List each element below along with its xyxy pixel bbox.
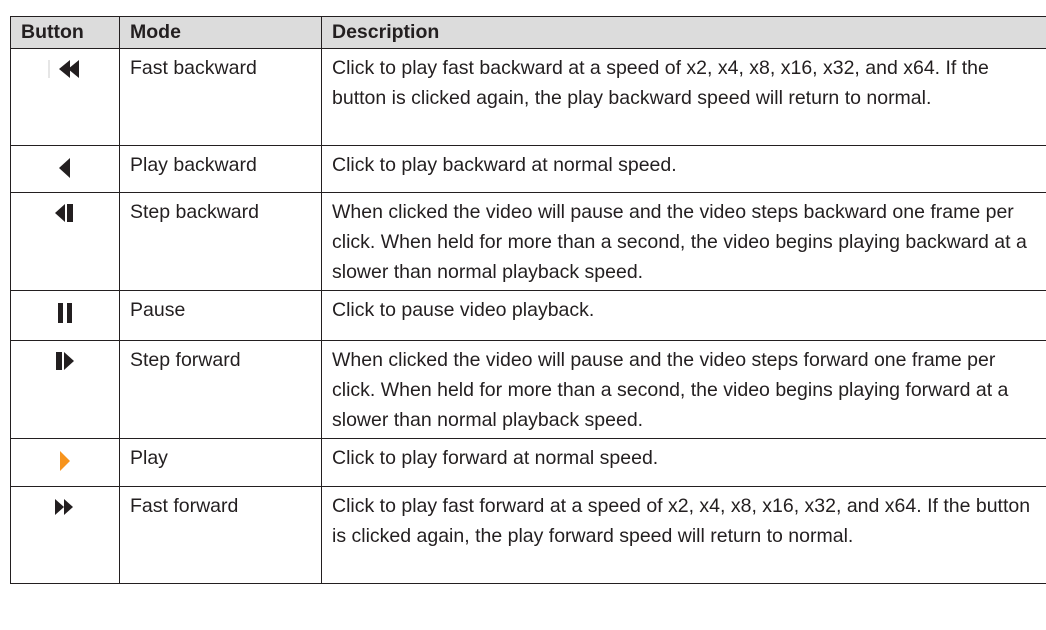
column-header-button: Button [10, 16, 120, 49]
mode-cell: Step forward [119, 340, 322, 439]
mode-cell: Pause [119, 290, 322, 341]
button-cell [10, 340, 120, 439]
description-cell: Click to play fast forward at a speed of… [321, 486, 1046, 584]
play-icon[interactable] [58, 450, 72, 472]
button-cell [10, 290, 120, 341]
description-cell: When clicked the video will pause and th… [321, 340, 1046, 439]
button-cell [10, 145, 120, 193]
button-cell [10, 486, 120, 584]
table-row: Fast forward Click to play fast forward … [10, 486, 1046, 584]
fast-backward-icon[interactable] [48, 59, 82, 79]
table-row: Play Click to play forward at normal spe… [10, 438, 1046, 487]
pause-icon[interactable] [57, 302, 73, 324]
mode-cell: Step backward [119, 192, 322, 291]
table-row: Play backward Click to play backward at … [10, 145, 1046, 193]
button-cell [10, 192, 120, 291]
description-cell: When clicked the video will pause and th… [321, 192, 1046, 291]
table-row: Pause Click to pause video playback. [10, 290, 1046, 341]
button-cell [10, 438, 120, 487]
mode-cell: Play [119, 438, 322, 487]
description-cell: Click to play forward at normal speed. [321, 438, 1046, 487]
mode-cell: Fast backward [119, 48, 322, 146]
play-backward-icon[interactable] [58, 157, 72, 179]
description-cell: Click to play backward at normal speed. [321, 145, 1046, 193]
step-backward-icon[interactable] [54, 203, 76, 223]
mode-cell: Fast forward [119, 486, 322, 584]
table-row: Fast backward Click to play fast backwar… [10, 48, 1046, 146]
fast-forward-icon[interactable] [53, 497, 77, 517]
table-row: Step backward When clicked the video wil… [10, 192, 1046, 291]
description-cell: Click to pause video playback. [321, 290, 1046, 341]
column-header-description: Description [321, 16, 1046, 49]
mode-cell: Play backward [119, 145, 322, 193]
table-header-row: Button Mode Description [10, 16, 1046, 49]
button-cell [10, 48, 120, 146]
column-header-mode: Mode [119, 16, 322, 49]
step-forward-icon[interactable] [54, 351, 76, 371]
table-row: Step forward When clicked the video will… [10, 340, 1046, 439]
playback-buttons-table: Button Mode Description Fast backward Cl… [10, 16, 1046, 584]
description-cell: Click to play fast backward at a speed o… [321, 48, 1046, 146]
